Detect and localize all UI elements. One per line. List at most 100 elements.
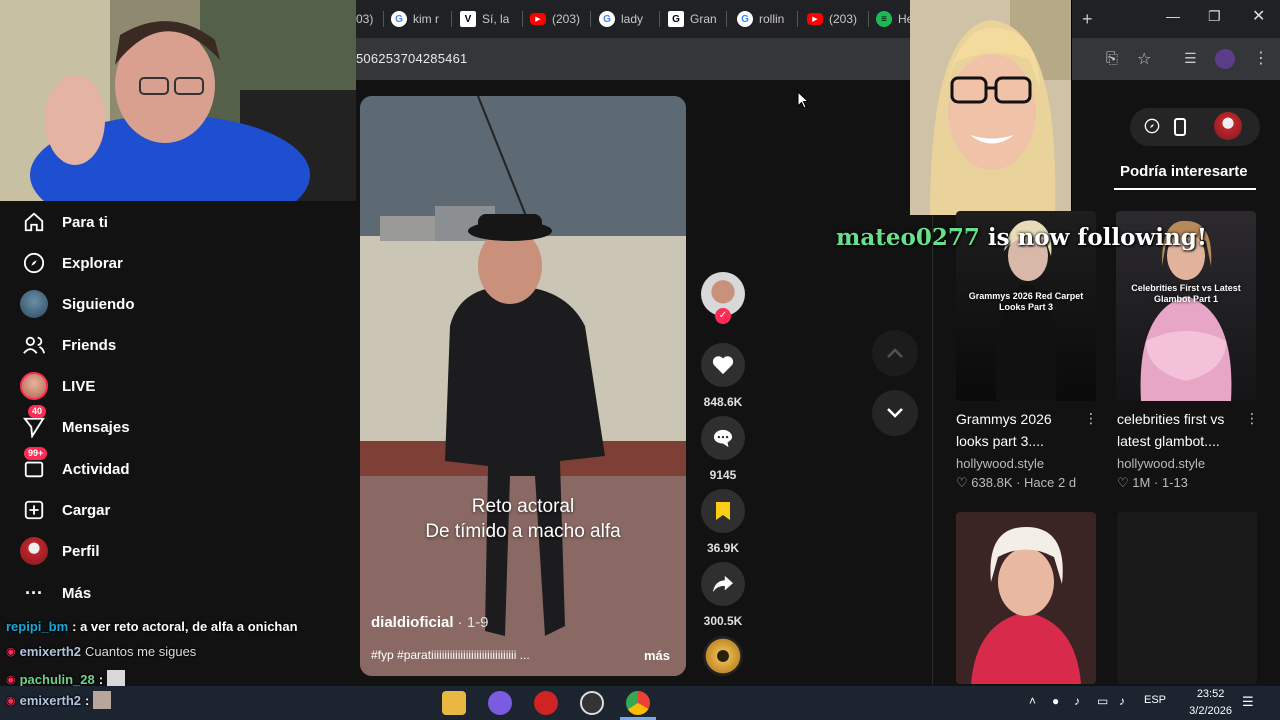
url-field[interactable]: 506253704285461	[356, 51, 467, 66]
tab-label: Sí, la	[482, 12, 510, 26]
browser-tab[interactable]: V Sí, la	[460, 8, 518, 30]
tab-label: kim r	[413, 12, 439, 26]
follow-check-icon[interactable]: ✓	[715, 308, 731, 324]
video-date: · 1-9	[453, 614, 489, 631]
video-description: #fyp #paratiiiiiiiiiiiiiiiiiiiiiiiiiiiii…	[371, 648, 530, 662]
title-line: looks part 3....	[956, 433, 1044, 449]
browser-tab[interactable]: ▶ (203)	[807, 8, 867, 30]
browser-tab[interactable]: Grollin	[737, 8, 793, 30]
new-tab-button[interactable]: +	[1082, 9, 1093, 30]
video-author-line: dialdioficial · 1-9	[371, 614, 489, 631]
author-avatar-button[interactable]: ✓	[701, 272, 745, 324]
stream-chat: repipi_bm : a ver reto actoral, de alfa …	[0, 616, 356, 690]
device-icon[interactable]	[1174, 118, 1186, 141]
sidebar-item-label: Actividad	[62, 460, 130, 478]
chat-message: ◉ emixerth2 :	[6, 691, 112, 709]
sidebar-item-perfil[interactable]: Perfil	[20, 535, 100, 567]
chat-text: : a ver reto actoral, de alfa a onichan	[72, 619, 298, 634]
sidebar-item-friends[interactable]: Friends	[20, 329, 116, 361]
browser-menu-icon[interactable]: ⋮	[1253, 48, 1269, 68]
chat-message: ◉ emixerth2 Cuantos me sigues	[6, 644, 196, 659]
tray-overflow-icon[interactable]: ˄	[1029, 694, 1036, 708]
messages-icon: 40	[20, 405, 48, 441]
save-button[interactable]: 36.9K	[701, 489, 745, 555]
spotify-icon: ≡	[876, 11, 892, 27]
browser-tab[interactable]: ≡ He	[876, 8, 912, 30]
browser-tab-bar: 03) Gkim r V Sí, la ▶ (203) Glady G Gran Gr…	[356, 0, 1280, 38]
network-icon[interactable]: ▭	[1097, 694, 1108, 708]
sound-disc-button[interactable]	[701, 636, 745, 676]
tab-label: rollin	[759, 12, 785, 26]
suggestions-tab[interactable]: Podría interesarte	[1120, 163, 1248, 180]
chat-username: pachulin_28	[19, 671, 95, 687]
save-count: 36.9K	[706, 541, 740, 555]
suggestion-meta: ♡ 638.8K · Hace 2 d	[956, 475, 1076, 491]
heart-outline-icon: ♡	[956, 475, 968, 490]
compass-icon[interactable]	[1144, 118, 1160, 139]
chrome-icon[interactable]	[626, 691, 650, 715]
browser-tab[interactable]: Gkim r	[391, 8, 451, 30]
profile-avatar[interactable]	[1214, 112, 1242, 140]
browser-tab[interactable]: 03)	[356, 8, 382, 30]
sidebar-item-siguiendo[interactable]: Siguiendo	[20, 288, 135, 320]
more-button[interactable]: más	[644, 648, 670, 663]
volume-icon[interactable]: ♪	[1119, 694, 1125, 708]
suggestion-title[interactable]: celebrities first vs latest glambot....	[1117, 408, 1224, 452]
media-control-icon[interactable]: ☰	[1184, 50, 1197, 67]
speaker-icon[interactable]: ♪	[1074, 694, 1080, 708]
sidebar-item-actividad[interactable]: 99+ Actividad	[20, 447, 130, 485]
avatar	[20, 290, 48, 318]
install-app-icon[interactable]: ⎘	[1106, 50, 1118, 67]
sidebar-item-live[interactable]: LIVE	[20, 370, 95, 402]
clock[interactable]: 23:52 3/2/2026	[1189, 686, 1232, 720]
close-window-button[interactable]: ✕	[1252, 6, 1265, 26]
chevron-up-icon	[887, 348, 903, 358]
caption-line: Reto actoral	[471, 496, 575, 517]
video-author[interactable]: dialdioficial	[371, 614, 454, 631]
suggestion-meta: ♡ 1M · 1-13	[1117, 475, 1188, 491]
microphone-icon[interactable]: ●	[1052, 694, 1059, 708]
file-explorer-icon[interactable]	[442, 691, 466, 715]
sidebar-item-label: Perfil	[62, 542, 100, 560]
like-count: 848.6K	[703, 395, 743, 409]
next-video-button[interactable]	[872, 390, 918, 436]
tiktok-badge-icon: ◉	[6, 673, 16, 686]
suggestion-thumbnail[interactable]	[956, 512, 1096, 684]
obs-icon[interactable]	[580, 691, 604, 715]
guest-webcam-image	[910, 0, 1071, 215]
browser-tab[interactable]: G Gran	[668, 8, 720, 30]
suggestion-title[interactable]: Grammys 2026 looks part 3....	[956, 408, 1052, 452]
browser-tab[interactable]: ▶ (203)	[530, 8, 590, 30]
comment-button[interactable]: 9145	[701, 416, 745, 482]
sidebar-item-mas[interactable]: ··· Más	[20, 577, 91, 609]
sidebar-item-para-ti[interactable]: Para ti	[20, 206, 108, 238]
suggestion-author[interactable]: hollywood.style	[956, 456, 1044, 471]
vogue-icon: V	[460, 11, 476, 27]
minimize-button[interactable]: —	[1166, 8, 1180, 24]
previous-video-button[interactable]	[872, 330, 918, 376]
share-button[interactable]: 300.5K	[701, 562, 745, 628]
sidebar-item-explorar[interactable]: Explorar	[20, 247, 123, 279]
suggestion-author[interactable]: hollywood.style	[1117, 456, 1205, 471]
bookmark-icon	[701, 489, 745, 533]
tab-label: (203)	[829, 12, 858, 26]
meta-text: 1M · 1-13	[1132, 475, 1188, 490]
extension-icon[interactable]	[1215, 49, 1235, 69]
taskbar: ◉ emixerth2 : ˄ ● ♪ ▭ ♪ ESP 23:52 3/2/20…	[0, 686, 1280, 720]
card-menu-icon[interactable]: ⋮	[1245, 410, 1259, 427]
like-button[interactable]: 848.6K	[701, 343, 745, 409]
compass-icon	[20, 249, 48, 277]
app-icon[interactable]	[534, 691, 558, 715]
live-avatar	[20, 372, 48, 400]
bookmark-star-icon[interactable]: ☆	[1137, 49, 1151, 69]
discord-icon[interactable]	[488, 691, 512, 715]
sidebar-item-cargar[interactable]: Cargar	[20, 494, 110, 526]
maximize-button[interactable]: ❐	[1208, 8, 1221, 25]
video-player[interactable]: Reto actoral De tímido a macho alfa dial…	[360, 96, 686, 676]
notifications-icon[interactable]: ☰	[1242, 694, 1254, 710]
language-indicator[interactable]: ESP	[1144, 694, 1166, 706]
card-menu-icon[interactable]: ⋮	[1084, 410, 1098, 427]
chat-text: :	[85, 692, 90, 708]
browser-tab[interactable]: Glady	[599, 8, 657, 30]
sidebar-item-mensajes[interactable]: 40 Mensajes	[20, 405, 130, 443]
